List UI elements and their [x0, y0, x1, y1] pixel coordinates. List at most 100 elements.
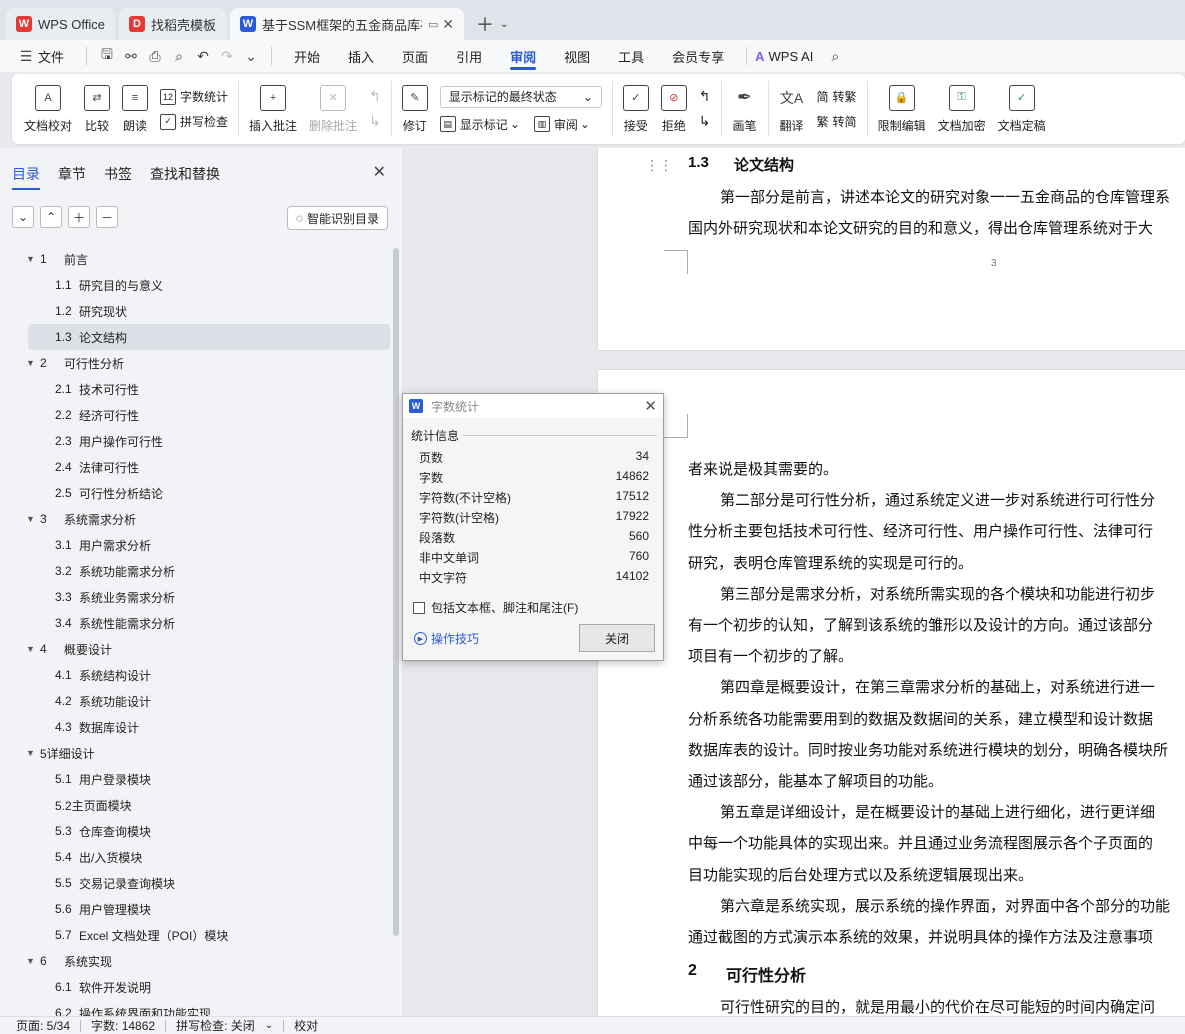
close-dialog-icon[interactable]: ✕ [644, 397, 657, 415]
tab-sections[interactable]: 章节 [58, 164, 86, 184]
doc-check-button[interactable]: A 文档校对 [12, 78, 78, 140]
toc-item[interactable]: 2.3 用户操作可行性 [0, 428, 390, 454]
expand-triangle-icon[interactable]: ▼ [26, 956, 40, 966]
tab-wps-office[interactable]: W WPS Office [6, 8, 115, 40]
spell-check-indicator[interactable]: 拼写检查: 关闭 [176, 1017, 265, 1034]
toc-item[interactable]: ▼ 5详细设计 [0, 740, 390, 766]
toc-item[interactable]: ▼ 1 前言 [0, 246, 390, 272]
menu-page[interactable]: 页面 [388, 40, 442, 72]
chevron-down-icon[interactable]: ⌄ [239, 48, 263, 65]
toc-item[interactable]: ▼ 2 可行性分析 [0, 350, 390, 376]
expand-triangle-icon[interactable]: ▼ [26, 514, 40, 524]
delete-comment-button[interactable]: ✕ 删除批注 [303, 78, 363, 140]
prev-comment-icon[interactable]: ↰ [369, 88, 381, 105]
print-icon[interactable]: ⎙ [143, 48, 167, 65]
compare-button[interactable]: ⇄ 比较 [78, 78, 116, 140]
toc-item[interactable]: ▼ 6 系统实现 [0, 948, 390, 974]
toc-item[interactable]: ▼ 3 系统需求分析 [0, 506, 390, 532]
toc-item[interactable]: 2.1 技术可行性 [0, 376, 390, 402]
review-pane-button[interactable]: ▥ 审阅 ⌄ [533, 116, 590, 133]
toc-item[interactable]: 1.1 研究目的与意义 [0, 272, 390, 298]
word-count-indicator[interactable]: 字数: 14862 [91, 1017, 165, 1034]
next-revision-icon[interactable]: ↳ [699, 113, 711, 130]
wps-ai-icon[interactable]: A [755, 49, 764, 64]
toc-item[interactable]: 1.2 研究现状 [0, 298, 390, 324]
menu-reference[interactable]: 引用 [442, 40, 496, 72]
chevron-down-icon[interactable]: ⌄ [265, 1020, 283, 1031]
to-simplified-button[interactable]: 繁转简 [817, 113, 857, 130]
remove-heading-button[interactable]: － [96, 206, 118, 228]
toc-item[interactable]: 4.2 系统功能设计 [0, 688, 390, 714]
toc-item[interactable]: 5.4 出/入货模块 [0, 844, 390, 870]
toc-item[interactable]: 4.3 数据库设计 [0, 714, 390, 740]
finalize-button[interactable]: ✓ 文档定稿 [992, 78, 1052, 140]
search-icon[interactable]: ⌕ [823, 48, 847, 65]
toc-item[interactable]: 1.3 论文结构 [28, 324, 390, 350]
menu-tools[interactable]: 工具 [604, 40, 658, 72]
menu-review[interactable]: 审阅 [496, 40, 550, 72]
link-icon[interactable]: ⚯ [119, 48, 143, 65]
menu-member[interactable]: 会员专享 [658, 40, 738, 72]
menu-insert[interactable]: 插入 [334, 40, 388, 72]
wps-ai-button[interactable]: WPS AI [769, 49, 814, 64]
toc-item[interactable]: 3.2 系统功能需求分析 [0, 558, 390, 584]
translate-button[interactable]: 文A 翻译 [773, 78, 811, 140]
include-textbox-checkbox[interactable]: 包括文本框、脚注和尾注(F) [413, 599, 578, 616]
toc-item[interactable]: 5.7 Excel 文档处理（POI）模块 [0, 922, 390, 948]
pen-button[interactable]: ✒ 画笔 [726, 78, 764, 140]
revise-button[interactable]: ✎ 修订 [396, 78, 434, 140]
hamburger-menu-icon[interactable]: ☰ [14, 48, 38, 65]
menu-home[interactable]: 开始 [280, 40, 334, 72]
toc-item[interactable]: 2.5 可行性分析结论 [0, 480, 390, 506]
drag-handle-icon[interactable]: ⋮⋮ [645, 158, 673, 172]
toc-item[interactable]: 2.2 经济可行性 [0, 402, 390, 428]
toc-item[interactable]: 4.1 系统结构设计 [0, 662, 390, 688]
add-heading-button[interactable]: ＋ [68, 206, 90, 228]
redo-icon[interactable]: ↷ [215, 48, 239, 65]
chevron-down-icon[interactable]: ⌄ [500, 19, 508, 30]
insert-comment-button[interactable]: + 插入批注 [243, 78, 303, 140]
close-panel-icon[interactable]: ✕ [373, 162, 386, 182]
restrict-edit-button[interactable]: 🔒 限制编辑 [872, 78, 932, 140]
expand-triangle-icon[interactable]: ▼ [26, 748, 40, 758]
toc-item[interactable]: 5.5 交易记录查询模块 [0, 870, 390, 896]
monitor-icon[interactable]: ▭ [428, 18, 438, 31]
proof-indicator[interactable]: 校对 [294, 1017, 328, 1034]
encrypt-button[interactable]: ⚿ 文档加密 [932, 78, 992, 140]
collapse-up-button[interactable]: ⌃ [40, 206, 62, 228]
toc-item[interactable]: 3.3 系统业务需求分析 [0, 584, 390, 610]
tab-docer-templates[interactable]: D 找稻壳模板 [118, 8, 226, 40]
expand-down-button[interactable]: ⌄ [12, 206, 34, 228]
toc-item[interactable]: 3.4 系统性能需求分析 [0, 610, 390, 636]
read-aloud-button[interactable]: ≡ 朗读 [116, 78, 154, 140]
toc-item[interactable]: 5.3 仓库查询模块 [0, 818, 390, 844]
toc-scrollbar[interactable] [393, 248, 399, 936]
tab-find-replace[interactable]: 查找和替换 [150, 164, 220, 184]
to-traditional-button[interactable]: 简转繁 [817, 88, 857, 105]
new-tab-button[interactable]: ＋ ⌄ [468, 8, 516, 40]
reject-button[interactable]: ⊘ 拒绝 [655, 78, 693, 140]
toc-item[interactable]: 6.1 软件开发说明 [0, 974, 390, 1000]
page-indicator[interactable]: 页面: 5/34 [16, 1017, 80, 1034]
print-preview-icon[interactable]: ⌕ [167, 48, 191, 65]
tips-link[interactable]: ▶ 操作技巧 [414, 630, 479, 647]
tab-toc[interactable]: 目录 [12, 164, 40, 190]
toc-item[interactable]: 5.6 用户管理模块 [0, 896, 390, 922]
save-icon[interactable]: 🖫 [95, 44, 119, 68]
close-tab-icon[interactable]: ✕ [442, 16, 454, 33]
toc-item[interactable]: ▼ 4 概要设计 [0, 636, 390, 662]
toc-item[interactable]: 3.1 用户需求分析 [0, 532, 390, 558]
markup-state-select[interactable]: 显示标记的最终状态 ⌄ [439, 85, 602, 108]
toc-item[interactable]: 5.2主页面模块 [0, 792, 390, 818]
word-count-button[interactable]: 12 字数统计 [160, 88, 228, 105]
show-markup-button[interactable]: ▤ 显示标记 ⌄ [439, 116, 520, 133]
expand-triangle-icon[interactable]: ▼ [26, 358, 40, 368]
spell-check-button[interactable]: ✓ 拼写检查 [160, 113, 228, 130]
toc-item[interactable]: 2.4 法律可行性 [0, 454, 390, 480]
next-comment-icon[interactable]: ↳ [369, 113, 381, 130]
prev-revision-icon[interactable]: ↰ [699, 88, 711, 105]
undo-icon[interactable]: ↶ [191, 48, 215, 65]
menu-view[interactable]: 视图 [550, 40, 604, 72]
tab-current-document[interactable]: W 基于SSM框架的五金商品库存 ▭ ✕ [229, 8, 464, 40]
expand-triangle-icon[interactable]: ▼ [26, 254, 40, 264]
